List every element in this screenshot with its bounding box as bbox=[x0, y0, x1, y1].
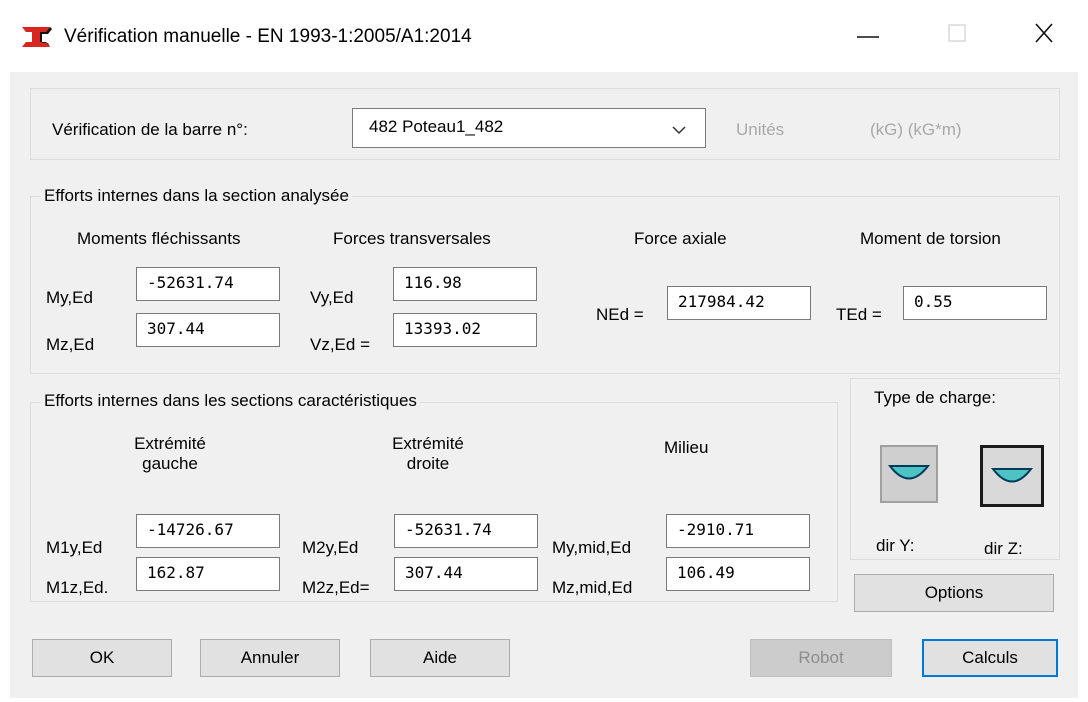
m1z-ed-field[interactable]: 162.87 bbox=[136, 557, 280, 591]
middle-header: Milieu bbox=[664, 438, 709, 457]
left-end-header-1: Extrémité bbox=[134, 434, 206, 453]
load-dir-y-button[interactable] bbox=[880, 445, 938, 503]
maximize-icon bbox=[936, 15, 980, 51]
moments-header: Moments fléchissants bbox=[77, 229, 241, 248]
robot-beam-icon bbox=[20, 25, 54, 49]
ned-field[interactable]: 217984.42 bbox=[667, 286, 811, 320]
units-value: (kG) (kG*m) bbox=[870, 120, 962, 139]
distributed-load-y-icon bbox=[887, 461, 931, 488]
ted-field[interactable]: 0.55 bbox=[903, 286, 1047, 320]
mz-mid-ed-field[interactable]: 106.49 bbox=[666, 557, 810, 591]
m1y-ed-field[interactable]: -14726.67 bbox=[136, 514, 280, 548]
mz-ed-label: Mz,Ed bbox=[46, 335, 95, 354]
options-button[interactable]: Options bbox=[854, 574, 1054, 612]
ok-button[interactable]: OK bbox=[32, 639, 172, 677]
mz-mid-ed-label: Mz,mid,Ed bbox=[552, 578, 633, 597]
dir-y-label: dir Y: bbox=[876, 536, 915, 555]
vy-ed-field[interactable]: 116.98 bbox=[393, 267, 537, 301]
bar-select-value: 482 Poteau1_482 bbox=[369, 117, 504, 136]
m2y-ed-field[interactable]: -52631.74 bbox=[394, 514, 538, 548]
help-button[interactable]: Aide bbox=[370, 639, 510, 677]
units-label: Unités bbox=[736, 120, 785, 139]
title-bar: Vérification manuelle - EN 1993-1:2005/A… bbox=[0, 0, 1088, 72]
right-end-header-2: droite bbox=[406, 454, 450, 473]
characteristic-title: Efforts internes dans les sections carac… bbox=[41, 391, 420, 411]
m1y-ed-label: M1y,Ed bbox=[46, 538, 103, 557]
load-type-title: Type de charge: bbox=[874, 388, 996, 407]
bar-label: Vérification de la barre n°: bbox=[52, 120, 248, 139]
my-mid-ed-label: My,mid,Ed bbox=[552, 538, 632, 557]
ted-label: TEd = bbox=[836, 305, 882, 324]
internal-forces-title: Efforts internes dans la section analysé… bbox=[41, 186, 352, 206]
right-end-header-1: Extrémité bbox=[392, 434, 464, 453]
cancel-button[interactable]: Annuler bbox=[200, 639, 340, 677]
close-icon[interactable] bbox=[1022, 15, 1066, 51]
load-dir-z-button[interactable] bbox=[980, 445, 1044, 507]
my-ed-field[interactable]: -52631.74 bbox=[136, 267, 280, 301]
torsion-header: Moment de torsion bbox=[860, 229, 1001, 248]
minimize-icon[interactable] bbox=[846, 15, 890, 51]
vz-ed-label: Vz,Ed = bbox=[310, 335, 371, 354]
window-title: Vérification manuelle - EN 1993-1:2005/A… bbox=[64, 26, 472, 47]
my-ed-label: My,Ed bbox=[46, 288, 93, 307]
my-mid-ed-field[interactable]: -2910.71 bbox=[666, 514, 810, 548]
m2z-ed-field[interactable]: 307.44 bbox=[394, 557, 538, 591]
dir-z-label: dir Z: bbox=[984, 539, 1023, 558]
left-end-header-2: gauche bbox=[142, 454, 198, 473]
vy-ed-label: Vy,Ed bbox=[310, 288, 354, 307]
m2z-ed-label: M2z,Ed= bbox=[302, 578, 370, 597]
axial-header: Force axiale bbox=[634, 229, 727, 248]
bar-select[interactable]: 482 Poteau1_482 bbox=[352, 108, 706, 148]
chevron-down-icon[interactable] bbox=[671, 123, 687, 141]
mz-ed-field[interactable]: 307.44 bbox=[136, 313, 280, 347]
robot-button: Robot bbox=[750, 639, 892, 677]
shear-header: Forces transversales bbox=[333, 229, 491, 248]
vz-ed-field[interactable]: 13393.02 bbox=[393, 313, 537, 347]
m1z-ed-label: M1z,Ed. bbox=[46, 578, 109, 597]
ned-label: NEd = bbox=[596, 305, 644, 324]
m2y-ed-label: M2y,Ed bbox=[302, 538, 359, 557]
distributed-load-z-icon bbox=[990, 464, 1034, 491]
calc-button[interactable]: Calculs bbox=[922, 639, 1058, 677]
